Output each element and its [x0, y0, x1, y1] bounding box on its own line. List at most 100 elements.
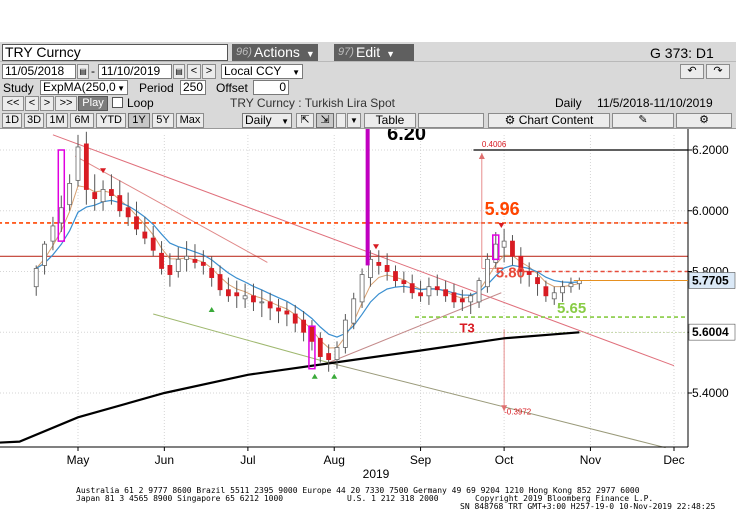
x-axis-year-label: 2019 — [363, 467, 390, 481]
edit-menu-number: 97) — [338, 46, 354, 58]
candle-body — [443, 289, 449, 297]
edit-chart-icon[interactable]: ✎ — [612, 113, 674, 128]
period-button-1m[interactable]: 1M — [46, 113, 68, 128]
candle-body — [134, 216, 139, 230]
footer: Australia 61 2 9777 8600 Brazil 5511 239… — [0, 481, 736, 530]
period-button-max[interactable]: Max — [176, 113, 204, 128]
x-tick-label: Aug — [324, 453, 345, 467]
calendar-icon[interactable]: ▤ — [173, 64, 185, 79]
edit-menu[interactable]: 97) Edit ▼ — [334, 44, 414, 61]
period-button-6m[interactable]: 6M — [70, 113, 94, 128]
study-select[interactable]: ExpMA(250,0 ▼ — [40, 80, 128, 95]
candle-body — [200, 261, 206, 266]
actions-menu-number: 96) — [236, 46, 252, 58]
chart-content-button[interactable]: ⚙ Chart Content — [488, 113, 610, 128]
end-date-field[interactable]: 11/10/2019 — [98, 64, 172, 79]
chevron-down-icon: ▼ — [305, 49, 315, 59]
candle-body — [33, 268, 39, 288]
candle-body — [576, 280, 582, 285]
x-tick-label: Oct — [495, 453, 514, 467]
last-price-tag: 5.7705 — [692, 273, 729, 287]
offset-label: Offset — [216, 81, 248, 95]
prev-range-arrow-icon[interactable]: < — [187, 64, 201, 79]
chevron-down-icon: ▼ — [117, 84, 125, 93]
candle-body — [476, 280, 482, 303]
candle-body — [451, 292, 457, 303]
candle-body — [184, 255, 190, 260]
x-tick-label: Dec — [663, 453, 684, 467]
chart-tool-selected-icon[interactable]: ⇲ — [316, 113, 334, 128]
candle-body — [351, 298, 357, 324]
rewind-start-button[interactable]: << — [2, 96, 24, 111]
loop-checkbox[interactable] — [112, 97, 123, 108]
ema-value-tag: 5.6004 — [692, 325, 729, 339]
level-label: 6.20 — [387, 129, 426, 145]
price-chart[interactable]: 5.40005.60005.80006.00006.2000MayJunJulA… — [0, 129, 736, 481]
candle-body — [468, 295, 474, 303]
candle-body — [242, 295, 248, 300]
candle-body — [292, 313, 298, 324]
chart-tool-blank[interactable] — [418, 113, 484, 128]
chart-tool-dropdown[interactable]: ▼ — [347, 113, 361, 128]
offset-field[interactable]: 0 — [253, 80, 289, 95]
candle-body — [83, 143, 89, 190]
level-label: 5.96 — [485, 199, 520, 219]
candle-body — [551, 292, 557, 300]
candle-body — [225, 289, 231, 297]
candle-body — [317, 337, 323, 357]
candle-body — [150, 237, 156, 251]
date-span-label: 11/5/2018-11/10/2019 — [597, 96, 713, 110]
currency-select[interactable]: Local CCY ▼ — [221, 64, 303, 79]
currency-select-value: Local CCY — [224, 64, 282, 78]
security-field[interactable]: TRY Curncy — [2, 44, 228, 61]
interval-select[interactable]: Daily ▼ — [242, 113, 292, 128]
period-button-ytd[interactable]: YTD — [96, 113, 126, 128]
x-tick-label: Nov — [580, 453, 601, 467]
study-select-value: ExpMA(250,0 — [43, 80, 116, 94]
candle-body — [384, 265, 390, 272]
level-label: 5.80 — [496, 265, 525, 282]
period-button-1y[interactable]: 1Y — [128, 113, 150, 128]
footer-line-2b: U.S. 1 212 318 2000 — [347, 494, 439, 503]
annotation-label: -0.3972 — [504, 407, 532, 416]
period-button-1d[interactable]: 1D — [2, 113, 22, 128]
step-back-button[interactable]: < — [25, 96, 39, 111]
table-button[interactable]: Table — [364, 113, 416, 128]
candle-body — [117, 195, 123, 212]
period-button-5y[interactable]: 5Y — [152, 113, 174, 128]
settings-gear-icon[interactable]: ⚙ — [676, 113, 732, 128]
start-date-field[interactable]: 11/05/2018 — [2, 64, 76, 79]
candle-body — [543, 286, 549, 297]
candle-body — [58, 207, 64, 224]
period-field[interactable]: 250 — [180, 80, 206, 95]
candle-body — [342, 319, 348, 348]
undo-icon[interactable]: ↶ — [680, 64, 704, 79]
period-button-3d[interactable]: 3D — [24, 113, 44, 128]
candle-body — [309, 325, 315, 342]
y-tick-label: 5.4000 — [692, 386, 729, 400]
candle-body — [267, 301, 273, 309]
x-tick-label: Sep — [410, 453, 432, 467]
chart-tool-icon[interactable]: ⇱ — [296, 113, 314, 128]
calendar-icon[interactable]: ▤ — [77, 64, 89, 79]
redo-icon[interactable]: ↷ — [706, 64, 730, 79]
candle-body — [100, 189, 106, 203]
range-dash: - — [91, 64, 95, 78]
chart-tool-blank[interactable] — [336, 113, 346, 128]
chevron-down-icon: ▼ — [281, 117, 289, 126]
candle-body — [259, 301, 265, 304]
candle-body — [510, 240, 515, 257]
next-range-arrow-icon[interactable]: > — [202, 64, 216, 79]
y-tick-label: 6.2000 — [692, 143, 729, 157]
play-button[interactable]: Play — [78, 96, 108, 111]
page-id: G 373: D1 — [650, 45, 714, 61]
candle-body — [125, 207, 131, 218]
chart-content-icon: ⚙ — [504, 113, 519, 127]
step-forward-button[interactable]: > — [40, 96, 54, 111]
fast-forward-button[interactable]: >> — [55, 96, 77, 111]
candle-body — [526, 271, 532, 275]
chevron-down-icon: ▼ — [386, 49, 396, 59]
candle-body — [159, 252, 164, 269]
study-label: Study — [3, 81, 34, 95]
actions-menu[interactable]: 96) Actions ▼ — [232, 44, 318, 61]
